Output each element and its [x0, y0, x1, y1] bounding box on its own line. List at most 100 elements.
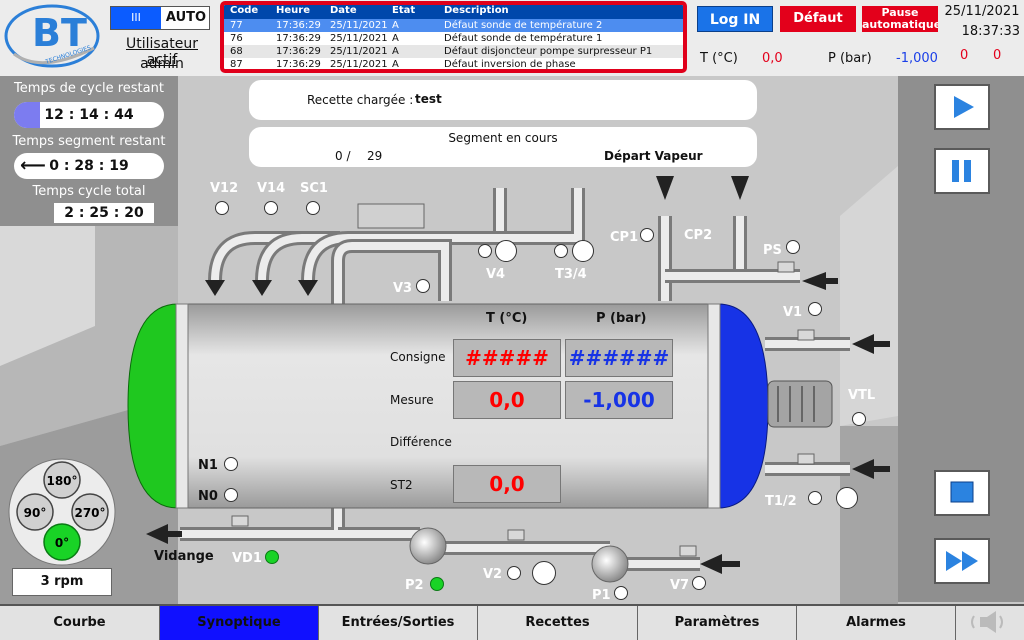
arrow-down-v12	[205, 280, 225, 296]
rotation-0[interactable]: 0°	[43, 523, 81, 561]
tab-alarmes[interactable]: Alarmes	[797, 606, 956, 640]
alarm-state: A	[392, 46, 399, 57]
col-pressure-header: P (bar)	[596, 311, 647, 326]
indicator-vd1[interactable]	[265, 550, 279, 564]
alarm-state: A	[392, 20, 399, 31]
rotation-90[interactable]: 90°	[16, 493, 54, 531]
alarm-date: 25/11/2021	[330, 33, 388, 44]
arrow-down-v14	[252, 280, 272, 296]
svg-text:0°: 0°	[55, 536, 69, 550]
cycle-remaining-value: 12 : 14 : 44	[14, 102, 164, 128]
indicator-cp1[interactable]	[640, 228, 654, 242]
indicator-ps[interactable]	[786, 240, 800, 254]
setpoint-temp-value[interactable]: #####	[453, 339, 561, 377]
tab-courbe[interactable]: Courbe	[0, 606, 160, 640]
indicator-vtl[interactable]	[852, 412, 866, 426]
difference-label: Différence	[390, 435, 452, 449]
stop-button[interactable]	[934, 470, 990, 516]
label-n0: N0	[198, 489, 218, 504]
rotation-180[interactable]: 180°	[43, 461, 81, 499]
mode-toggle-button[interactable]: III	[111, 7, 161, 29]
segment-current: 0 /	[335, 149, 351, 163]
alarm-list-header: Code Heure Date Etat Description	[224, 5, 683, 19]
indicator-v2[interactable]	[532, 561, 556, 585]
alarm-time: 17:36:29	[276, 46, 321, 57]
label-v14: V14	[257, 181, 286, 196]
header-pressure-label: P (bar)	[828, 51, 872, 66]
bottom-navigation: Courbe Synoptique Entrées/Sorties Recett…	[0, 604, 1024, 640]
label-v3: V3	[393, 281, 413, 296]
tab-recettes[interactable]: Recettes	[478, 606, 638, 640]
header-counter-1: 0	[960, 48, 969, 63]
indicator-v14[interactable]	[264, 201, 278, 215]
indicator-t34-small[interactable]	[554, 244, 568, 258]
recipe-loaded-label: Recette chargée :	[307, 93, 414, 107]
timers-panel: Temps de cycle restant 12 : 14 : 44 Temp…	[0, 76, 178, 226]
label-t34: T3/4	[555, 267, 587, 282]
segment-total: 29	[367, 149, 383, 163]
segment-box: Segment en cours 0 / 29 Départ Vapeur	[249, 127, 757, 167]
play-icon	[954, 96, 974, 118]
arrow-left-icon: ⟵	[20, 155, 46, 176]
alarm-description: Défaut inversion de phase	[444, 59, 576, 70]
background-panel-right	[840, 166, 898, 426]
setpoint-label: Consigne	[390, 350, 446, 364]
alarm-list[interactable]: Code Heure Date Etat Description 77 17:3…	[220, 1, 687, 73]
indicator-p1[interactable]	[614, 586, 628, 600]
current-time: 18:37:33	[961, 24, 1020, 39]
indicator-v12[interactable]	[215, 201, 229, 215]
segment-label: Segment en cours	[448, 131, 558, 145]
indicator-t34[interactable]	[572, 240, 594, 262]
indicator-v3[interactable]	[416, 279, 430, 293]
indicator-n1[interactable]	[224, 457, 238, 471]
svg-text:180°: 180°	[46, 474, 77, 488]
col-date: Date	[330, 5, 357, 16]
svg-text:270°: 270°	[74, 506, 105, 520]
indicator-t12[interactable]	[836, 487, 858, 509]
indicator-v4-small[interactable]	[478, 244, 492, 258]
auto-pause-button[interactable]: Pause automatique	[862, 6, 938, 32]
pause-button[interactable]	[934, 148, 990, 194]
indicator-v7[interactable]	[692, 576, 706, 590]
pump-p2	[409, 527, 447, 565]
indicator-v2-small[interactable]	[507, 566, 521, 580]
alarm-row[interactable]: 76 17:36:29 25/11/2021 A Défaut sonde de…	[224, 32, 683, 45]
tab-entrees-sorties[interactable]: Entrées/Sorties	[319, 606, 478, 640]
current-date: 25/11/2021	[944, 4, 1020, 19]
alarm-time: 17:36:29	[276, 33, 321, 44]
alarm-row[interactable]: 87 17:36:29 25/11/2021 A Défaut inversio…	[224, 58, 683, 70]
tab-synoptique[interactable]: Synoptique	[160, 606, 319, 640]
alarm-row[interactable]: 77 17:36:29 25/11/2021 A Défaut sonde de…	[224, 19, 683, 32]
alarm-row[interactable]: 68 17:36:29 25/11/2021 A Défaut disjonct…	[224, 45, 683, 58]
label-ps: PS	[763, 243, 782, 258]
cycle-remaining-label: Temps de cycle restant	[14, 81, 164, 96]
play-button[interactable]	[934, 84, 990, 130]
login-button[interactable]: Log IN	[697, 6, 773, 32]
label-v1: V1	[783, 305, 803, 320]
fault-button[interactable]: Défaut	[780, 6, 856, 32]
sound-button[interactable]	[956, 606, 1024, 640]
indicator-p2[interactable]	[430, 577, 444, 591]
mode-selector[interactable]: III AUTO	[110, 6, 210, 30]
tank-left-flange	[175, 303, 189, 509]
indicator-sc1[interactable]	[306, 201, 320, 215]
fast-forward-button[interactable]	[934, 538, 990, 584]
indicator-v1[interactable]	[808, 302, 822, 316]
indicator-t12-small[interactable]	[808, 491, 822, 505]
label-vtl: VTL	[848, 388, 876, 403]
st2-value: 0,0	[453, 465, 561, 503]
manifold-box	[357, 203, 425, 229]
header-pressure-value: -1,000	[896, 51, 938, 66]
indicator-n0[interactable]	[224, 488, 238, 502]
setpoint-pressure-value[interactable]: ######	[565, 339, 673, 377]
tab-parametres[interactable]: Paramètres	[638, 606, 797, 640]
header-bar: BT TECHNOLOGIES III AUTO Utilisateur act…	[0, 0, 1024, 76]
alarm-date: 25/11/2021	[330, 46, 388, 57]
col-state: Etat	[392, 5, 416, 16]
rotation-270[interactable]: 270°	[71, 493, 109, 531]
label-cp1: CP1	[610, 230, 639, 245]
recipe-loaded-value: test	[415, 92, 442, 106]
arrow-left-v7	[700, 554, 722, 574]
label-v2: V2	[483, 567, 503, 582]
indicator-v4[interactable]	[495, 240, 517, 262]
